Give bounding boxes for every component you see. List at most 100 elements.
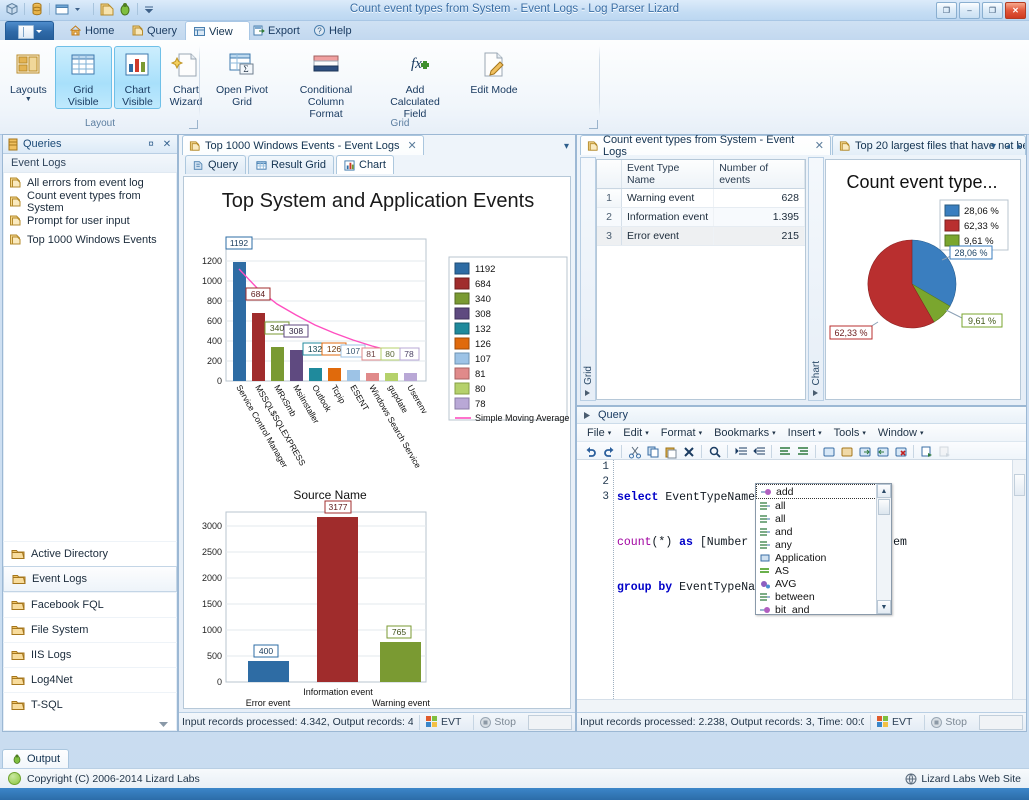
- bookmark-clear-icon[interactable]: [892, 443, 909, 460]
- layouts-button[interactable]: Layouts ▼: [4, 46, 53, 104]
- tab-view[interactable]: View: [185, 21, 250, 42]
- menu-insert[interactable]: Insert▾: [782, 427, 828, 439]
- tab-home[interactable]: Home: [62, 21, 123, 40]
- tab-chart[interactable]: Chart: [336, 155, 394, 174]
- categories-more-button[interactable]: [3, 717, 177, 731]
- autocomplete-item-all[interactable]: all: [756, 499, 877, 512]
- menu-bookmarks[interactable]: Bookmarks▾: [708, 427, 782, 439]
- tab-query[interactable]: Query: [124, 21, 186, 40]
- find-icon[interactable]: [706, 443, 723, 460]
- grid-vertical-tab[interactable]: Grid: [580, 157, 596, 401]
- outdent-icon[interactable]: [750, 443, 767, 460]
- redo-icon[interactable]: [600, 443, 617, 460]
- grid-visible-button[interactable]: Grid Visible: [55, 46, 112, 109]
- add-calculated-field-button[interactable]: fx Add Calculated Field: [376, 46, 454, 120]
- editor-vertical-scrollbar[interactable]: [1012, 460, 1026, 713]
- results-grid[interactable]: Event Type Name Number of events 1 Warni…: [596, 159, 806, 400]
- edit-mode-button[interactable]: Edit Mode: [462, 46, 526, 96]
- autocomplete-item-and[interactable]: and: [756, 525, 877, 538]
- left-chart-canvas[interactable]: Top System and Application Events 1200 1…: [183, 176, 571, 709]
- maximize-button[interactable]: ❐: [982, 2, 1003, 19]
- autocomplete-item-as[interactable]: AS: [756, 564, 877, 577]
- document-tab-top-1000[interactable]: Top 1000 Windows Events - Event Logs ✕: [182, 135, 424, 155]
- category-t-sql[interactable]: T-SQL: [3, 692, 177, 717]
- menu-window[interactable]: Window▾: [872, 427, 930, 439]
- tab-export[interactable]: Export: [245, 21, 309, 40]
- document-tabs-next-button[interactable]: ▸: [1017, 141, 1022, 152]
- bookmark-toggle-icon[interactable]: [838, 443, 855, 460]
- autocomplete-scroll-up[interactable]: ▲: [877, 484, 891, 498]
- uncomment-icon[interactable]: [794, 443, 811, 460]
- query-item-prompt-user-input[interactable]: Prompt for user input: [3, 211, 177, 230]
- category-facebook-fql[interactable]: Facebook FQL: [3, 592, 177, 617]
- document-tab-close-button[interactable]: ✕: [815, 139, 824, 152]
- category-file-system[interactable]: File System: [3, 617, 177, 642]
- table-row[interactable]: 3 Error event 215: [597, 227, 805, 246]
- bookmark-next-icon[interactable]: [856, 443, 873, 460]
- close-button[interactable]: ✕: [1005, 2, 1026, 19]
- autocomplete-popup[interactable]: add all all and: [755, 483, 892, 615]
- autocomplete-item-any[interactable]: any: [756, 538, 877, 551]
- autocomplete-scrollbar[interactable]: ▲ ▼: [876, 484, 891, 614]
- website-link[interactable]: Lizard Labs Web Site: [905, 773, 1021, 785]
- document-tabs-dropdown-button[interactable]: ▾: [991, 141, 996, 152]
- query-item-top-1000[interactable]: Top 1000 Windows Events: [3, 230, 177, 249]
- application-menu-button[interactable]: [5, 21, 54, 41]
- restore-button[interactable]: ❐: [936, 2, 957, 19]
- document-tabs-prev-button[interactable]: ◂: [1005, 141, 1010, 152]
- tab-result-grid[interactable]: Result Grid: [248, 155, 334, 174]
- autocomplete-item-all-2[interactable]: all: [756, 512, 877, 525]
- bookmark-prev-icon[interactable]: [874, 443, 891, 460]
- scroll-thumb[interactable]: [1014, 474, 1025, 496]
- editor-horizontal-scrollbar[interactable]: [577, 699, 1026, 713]
- autocomplete-item-between[interactable]: between: [756, 590, 877, 603]
- autocomplete-scroll-thumb[interactable]: [878, 499, 890, 515]
- document-tab-close-button[interactable]: ✕: [407, 139, 416, 152]
- table-row[interactable]: 1 Warning event 628: [597, 189, 805, 208]
- minimize-button[interactable]: –: [959, 2, 980, 19]
- category-active-directory[interactable]: Active Directory: [3, 541, 177, 566]
- column-header-number-of-events[interactable]: Number of events: [714, 160, 805, 189]
- tab-help[interactable]: ? Help: [306, 21, 361, 40]
- collapse-triangle-icon[interactable]: [583, 411, 592, 420]
- column-header-event-type-name[interactable]: Event Type Name: [622, 160, 714, 189]
- bookmark-icon[interactable]: [820, 443, 837, 460]
- menu-format[interactable]: Format▾: [655, 427, 708, 439]
- stop-button[interactable]: Stop: [473, 715, 522, 730]
- autocomplete-scroll-down[interactable]: ▼: [877, 600, 891, 614]
- tab-query-editor[interactable]: Query: [185, 155, 246, 174]
- document-tab-top-20-files[interactable]: Top 20 largest files that have not been …: [832, 135, 1026, 155]
- close-panel-button[interactable]: ✕: [161, 138, 173, 150]
- execute-icon[interactable]: [918, 443, 935, 460]
- open-pivot-grid-button[interactable]: Σ Open Pivot Grid: [208, 46, 276, 108]
- sql-editor[interactable]: 1 2 3 select EventTypeName, count(*) as …: [577, 459, 1026, 713]
- pie-chart-canvas[interactable]: Count event type... 28,06 % 62,33 % 9,61…: [825, 159, 1021, 400]
- pin-button[interactable]: ¤: [145, 138, 157, 150]
- paste-icon[interactable]: [662, 443, 679, 460]
- chart-vertical-tab[interactable]: Chart: [808, 157, 824, 401]
- layout-dialog-launcher[interactable]: [189, 120, 198, 129]
- document-tabs-overflow-button[interactable]: ▾: [564, 141, 569, 152]
- indent-icon[interactable]: [732, 443, 749, 460]
- stop-button[interactable]: Stop: [924, 715, 973, 730]
- autocomplete-item-bit-and[interactable]: bit_and: [756, 603, 877, 614]
- evt-button[interactable]: EVT: [870, 715, 918, 730]
- undo-icon[interactable]: [582, 443, 599, 460]
- delete-icon[interactable]: [680, 443, 697, 460]
- conditional-column-format-button[interactable]: Conditional Column Format: [284, 46, 368, 120]
- cut-icon[interactable]: [626, 443, 643, 460]
- grid-dialog-launcher[interactable]: [589, 120, 598, 129]
- menu-tools[interactable]: Tools▾: [828, 427, 872, 439]
- query-item-count-event-types[interactable]: Count event types from System: [3, 192, 177, 211]
- output-tab[interactable]: Output: [2, 749, 69, 768]
- comment-icon[interactable]: [776, 443, 793, 460]
- category-iis-logs[interactable]: IIS Logs: [3, 642, 177, 667]
- table-row[interactable]: 2 Information event 1.395: [597, 208, 805, 227]
- category-event-logs[interactable]: Event Logs: [3, 566, 177, 592]
- chart-visible-button[interactable]: Chart Visible: [114, 46, 161, 109]
- copy-icon[interactable]: [644, 443, 661, 460]
- autocomplete-item-add[interactable]: add: [756, 484, 877, 499]
- autocomplete-item-application[interactable]: Application: [756, 551, 877, 564]
- autocomplete-item-avg[interactable]: AVG: [756, 577, 877, 590]
- category-log4net[interactable]: Log4Net: [3, 667, 177, 692]
